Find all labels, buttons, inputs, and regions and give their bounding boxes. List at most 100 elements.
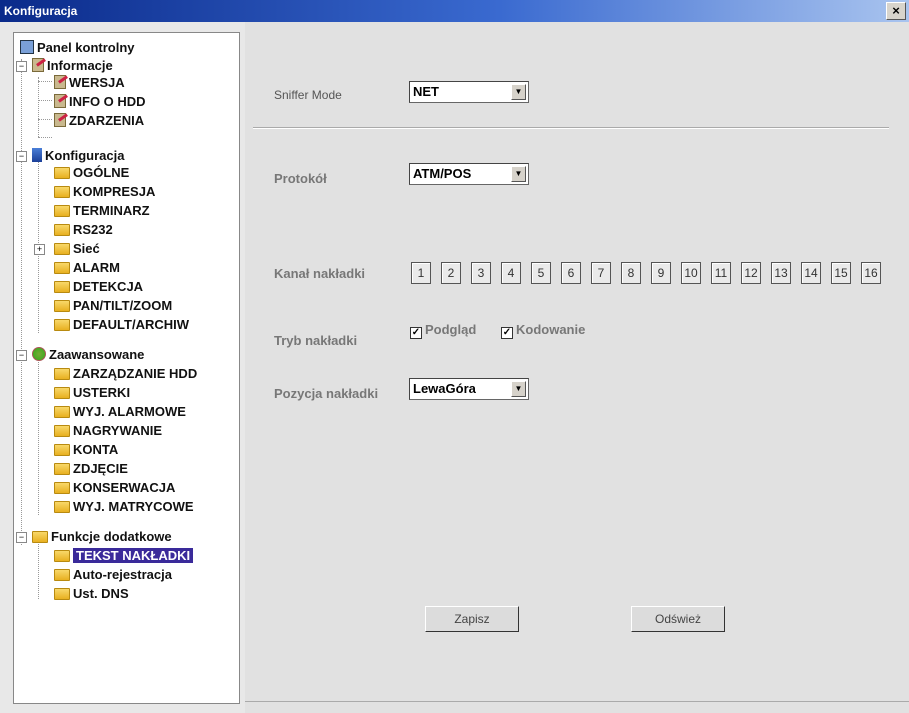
section-divider [253,127,889,129]
folder-icon [54,501,70,513]
folder-icon [54,300,70,312]
tree-item-wyj-alarmowe[interactable]: WYJ. ALARMOWE [54,403,186,421]
folder-icon [54,425,70,437]
channel-box[interactable]: 8 [621,262,641,284]
collapse-toggle-zaawansowane[interactable]: − [16,350,27,361]
folder-icon [54,262,70,274]
tree-item-zarzadzanie-hdd[interactable]: ZARZĄDZANIE HDD [54,365,197,383]
tree-item-zdarzenia[interactable]: ZDARZENIA [54,112,144,130]
tree-item-panel-kontrolny[interactable]: Panel kontrolny [20,39,135,57]
tree-item-zaawansowane[interactable]: Zaawansowane [32,346,144,364]
sniffer-mode-select[interactable]: NET ▼ [409,81,529,103]
protokol-label: Protokół [274,171,327,186]
folder-icon [54,406,70,418]
channel-box[interactable]: 6 [561,262,581,284]
title-bar: Konfiguracja × [0,0,909,22]
channel-box[interactable]: 10 [681,262,701,284]
folder-icon [32,531,48,543]
folder-icon [54,167,70,179]
tree-item-usterki[interactable]: USTERKI [54,384,130,402]
document-icon [32,58,44,72]
channel-box[interactable]: 9 [651,262,671,284]
tree-item-informacje[interactable]: Informacje [32,57,113,75]
checkmark-icon[interactable]: ✓ [410,327,422,339]
document-icon [54,113,66,127]
channel-box[interactable]: 1 [411,262,431,284]
folder-icon [54,281,70,293]
close-button[interactable]: × [886,2,906,20]
channel-box[interactable]: 11 [711,262,731,284]
folder-icon [54,319,70,331]
tree-item-ust-dns[interactable]: Ust. DNS [54,585,129,603]
folder-icon [54,186,70,198]
folder-icon [54,368,70,380]
folder-icon [54,444,70,456]
dropdown-arrow-icon[interactable]: ▼ [511,381,526,397]
folder-icon [54,224,70,236]
tree-item-info-hdd[interactable]: INFO O HDD [54,93,146,111]
save-button[interactable]: Zapisz [425,606,519,632]
collapse-toggle-funkcje[interactable]: − [16,532,27,543]
sniffer-mode-label: Sniffer Mode [274,88,342,102]
bottom-border [245,701,909,702]
podglad-checkbox[interactable]: ✓ Podgląd [410,322,476,339]
control-panel-icon [20,40,34,54]
channel-box[interactable]: 14 [801,262,821,284]
tree-item-ogolne[interactable]: OGÓLNE [54,164,129,182]
folder-icon [54,387,70,399]
tree-item-zdjecie[interactable]: ZDJĘCIE [54,460,128,478]
protokol-select[interactable]: ATM/POS ▼ [409,163,529,185]
tree-item-konserwacja[interactable]: KONSERWACJA [54,479,175,497]
channel-box[interactable]: 7 [591,262,611,284]
pozycja-nakladki-label: Pozycja nakładki [274,386,379,401]
tree-item-kompresja[interactable]: KOMPRESJA [54,183,155,201]
config-icon [32,148,42,162]
channel-box[interactable]: 3 [471,262,491,284]
channel-box[interactable]: 5 [531,262,551,284]
channel-box[interactable]: 12 [741,262,761,284]
kodowanie-checkbox[interactable]: ✓ Kodowanie [501,322,585,339]
folder-icon [54,243,70,255]
tree-item-tekst-nakladki[interactable]: TEKST NAKŁADKI [54,547,194,565]
tree-item-rs232[interactable]: RS232 [54,221,113,239]
folder-icon [54,482,70,494]
pozycja-nakladki-select[interactable]: LewaGóra ▼ [409,378,529,400]
folder-icon [54,569,70,581]
tree-item-detekcja[interactable]: DETEKCJA [54,278,143,296]
tree-item-auto-rejestracja[interactable]: Auto-rejestracja [54,566,172,584]
tree-item-konta[interactable]: KONTA [54,441,118,459]
document-icon [54,94,66,108]
tree-item-alarm[interactable]: ALARM [54,259,120,277]
tree-item-terminarz[interactable]: TERMINARZ [54,202,150,220]
window-title: Konfiguracja [4,4,78,18]
tree-item-pan-tilt-zoom[interactable]: PAN/TILT/ZOOM [54,297,172,315]
tree-item-konfiguracja[interactable]: Konfiguracja [32,147,124,165]
tryb-nakladki-label: Tryb nakładki [274,333,358,348]
folder-icon [54,463,70,475]
dropdown-arrow-icon[interactable]: ▼ [511,84,526,100]
kanal-nakladki-label: Kanał nakładki [274,266,366,281]
navigation-tree: Panel kontrolny − Informacje WERSJA INFO… [13,32,240,704]
config-window: Konfiguracja × Panel kontrolny − Informa… [0,0,909,713]
collapse-toggle-informacje[interactable]: − [16,61,27,72]
channel-box[interactable]: 4 [501,262,521,284]
dropdown-arrow-icon[interactable]: ▼ [511,166,526,182]
channel-box[interactable]: 16 [861,262,881,284]
collapse-toggle-konfiguracja[interactable]: − [16,151,27,162]
document-icon [54,75,66,89]
tree-item-funkcje-dodatkowe[interactable]: Funkcje dodatkowe [32,528,172,546]
tree-item-wersja[interactable]: WERSJA [54,74,125,92]
tree-item-nagrywanie[interactable]: NAGRYWANIE [54,422,162,440]
tree-item-wyj-matrycowe[interactable]: WYJ. MATRYCOWE [54,498,194,516]
channel-box[interactable]: 2 [441,262,461,284]
refresh-button[interactable]: Odśwież [631,606,725,632]
settings-panel [245,22,909,713]
folder-icon [54,550,70,562]
channel-box[interactable]: 13 [771,262,791,284]
channel-box[interactable]: 15 [831,262,851,284]
checkmark-icon[interactable]: ✓ [501,327,513,339]
expand-toggle-siec[interactable]: + [34,244,45,255]
tree-item-default-archiw[interactable]: DEFAULT/ARCHIW [54,316,189,334]
folder-icon [54,205,70,217]
tree-item-siec[interactable]: Sieć [54,240,100,258]
